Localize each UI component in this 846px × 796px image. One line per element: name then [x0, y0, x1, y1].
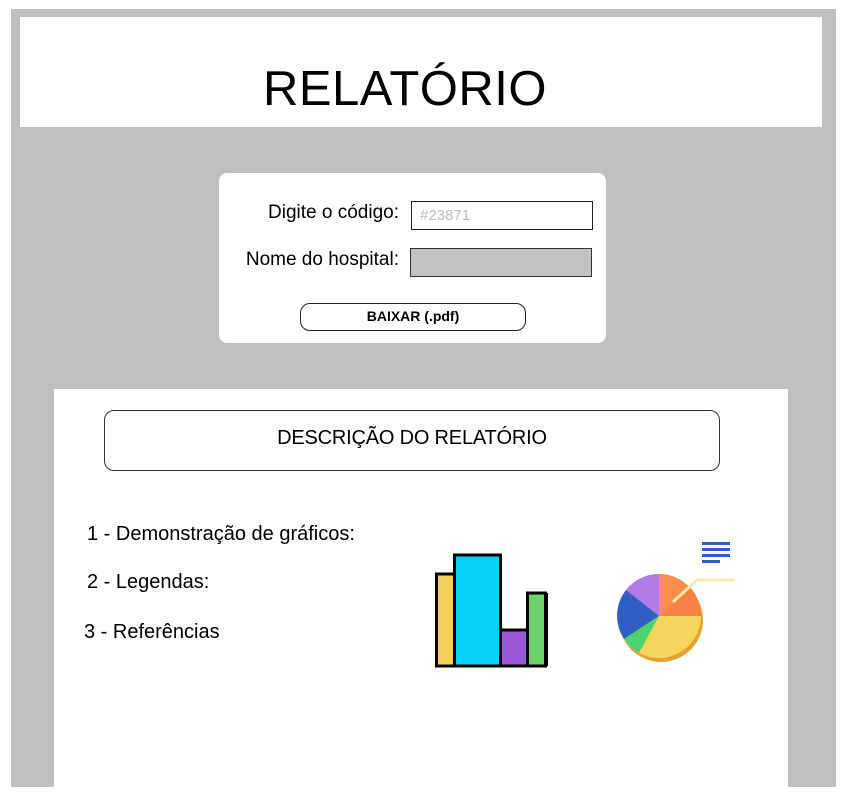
- download-form-card: Digite o código: Nome do hospital: BAIXA…: [219, 173, 606, 343]
- page-title: RELATÓRIO: [262, 62, 548, 116]
- bar-chart-icon: [435, 553, 548, 668]
- header-bar: RELATÓRIO: [20, 17, 822, 127]
- report-panel: DESCRIÇÃO DO RELATÓRIO 1 - Demonstração …: [54, 389, 788, 787]
- hospital-name-field[interactable]: [410, 248, 592, 277]
- code-label: Digite o código:: [268, 202, 399, 223]
- list-item-charts: 1 - Demonstração de gráficos:: [87, 523, 355, 545]
- list-item-references: 3 - Referências: [84, 621, 220, 643]
- code-input[interactable]: [411, 201, 593, 230]
- list-item-legends: 2 - Legendas:: [87, 571, 210, 593]
- download-pdf-button[interactable]: BAIXAR (.pdf): [300, 303, 526, 331]
- pie-chart-icon: [617, 542, 735, 662]
- hospital-name-label: Nome do hospital:: [245, 249, 399, 270]
- report-description-title: DESCRIÇÃO DO RELATÓRIO: [104, 410, 720, 471]
